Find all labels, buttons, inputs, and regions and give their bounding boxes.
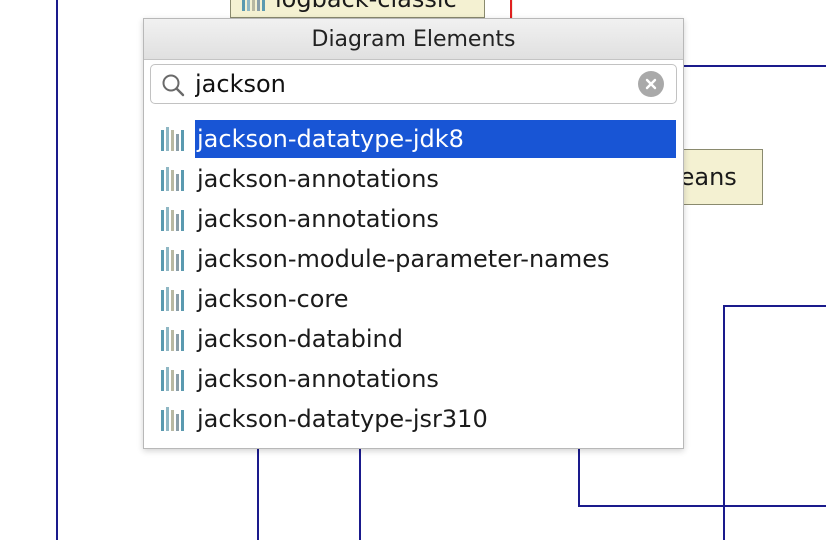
library-icon (160, 127, 188, 151)
diagram-elements-popup: Diagram Elements jackson-da (143, 18, 684, 449)
result-item-selected[interactable]: jackson-datatype-jdk8 (144, 119, 683, 159)
library-icon (160, 327, 188, 351)
node-logback-classic[interactable]: logback-classic (230, 0, 485, 18)
result-item[interactable]: jackson-annotations (144, 199, 683, 239)
popup-title: Diagram Elements (144, 19, 683, 60)
results-list: jackson-datatype-jdk8 jackson-annotation… (144, 119, 683, 439)
search-icon (161, 73, 185, 101)
library-icon (160, 407, 188, 431)
clear-search-button[interactable] (638, 71, 664, 97)
library-icon (160, 247, 188, 271)
result-label: jackson-annotations (197, 205, 439, 233)
library-icon (160, 287, 188, 311)
library-icon (160, 367, 188, 391)
connector-bottom-right (578, 449, 826, 507)
library-icon (241, 0, 267, 11)
result-label: jackson-annotations (197, 165, 439, 193)
library-icon (160, 207, 188, 231)
clear-icon (645, 78, 657, 90)
search-input[interactable] (195, 68, 635, 100)
result-item[interactable]: jackson-core (144, 279, 683, 319)
result-item[interactable]: jackson-annotations (144, 359, 683, 399)
search-box[interactable] (150, 64, 677, 104)
result-item[interactable]: jackson-module-parameter-names (144, 239, 683, 279)
result-label: jackson-databind (197, 325, 403, 353)
result-label: jackson-core (197, 285, 349, 313)
result-label: jackson-annotations (197, 365, 439, 393)
connector-right (723, 305, 826, 540)
result-label: jackson-datatype-jdk8 (195, 120, 676, 158)
result-item[interactable]: jackson-annotations (144, 159, 683, 199)
result-item[interactable]: jackson-datatype-jsr310 (144, 399, 683, 439)
result-item[interactable]: jackson-databind (144, 319, 683, 359)
library-icon (160, 167, 188, 191)
node-label: logback-classic (275, 0, 457, 11)
result-label: jackson-datatype-jsr310 (197, 405, 488, 433)
result-label: jackson-module-parameter-names (197, 245, 610, 273)
